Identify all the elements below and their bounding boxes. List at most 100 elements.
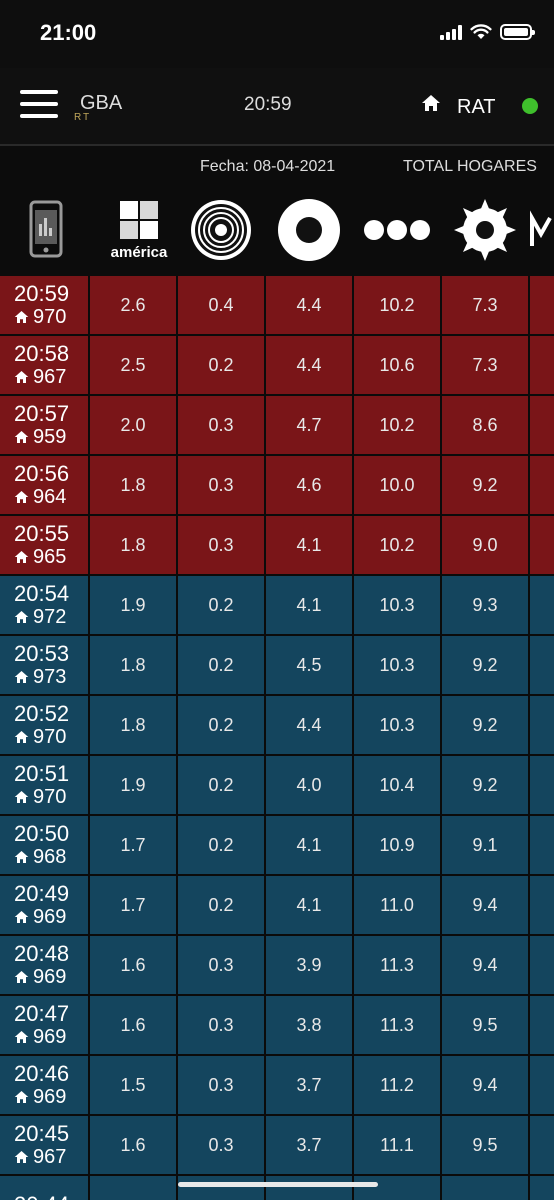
row-time-cell: 20:48 969 <box>0 936 90 996</box>
rating-type-label[interactable]: RAT <box>457 96 496 119</box>
home-indicator[interactable] <box>178 1182 378 1187</box>
home-icon <box>14 730 29 744</box>
row-time: 20:58 <box>14 341 70 366</box>
table-row[interactable]: 20:56 964 1.8 0.3 4.6 10.0 9.2 <box>0 456 554 516</box>
row-time-cell: 20:46 969 <box>0 1056 90 1116</box>
channel-6-logo-partial[interactable] <box>528 194 554 266</box>
rating-cell-channel-5: 9.5 <box>442 1116 530 1176</box>
home-icon <box>14 490 29 504</box>
rating-cell-channel-4: 11.3 <box>354 936 442 996</box>
rating-cell-channel-3: 4.5 <box>266 636 354 696</box>
row-time: 20:50 <box>14 821 70 846</box>
row-time: 20:57 <box>14 401 70 426</box>
rating-cell-channel-3: 3.7 <box>266 1116 354 1176</box>
rating-cell-channel-4: 10.6 <box>354 336 442 396</box>
rating-cell-channel-4: 10.4 <box>354 756 442 816</box>
home-icon <box>14 430 29 444</box>
table-row[interactable]: 20:52 970 1.8 0.2 4.4 10.3 9.2 <box>0 696 554 756</box>
rating-cell-channel-5: 9.0 <box>442 516 530 576</box>
battery-icon <box>500 24 535 40</box>
row-homes: 964 <box>14 486 66 508</box>
table-row[interactable]: 20:47 969 1.6 0.3 3.8 11.3 9.5 <box>0 996 554 1056</box>
rating-cell-channel-1: 1.8 <box>90 696 178 756</box>
row-time: 20:44 <box>14 1193 69 1200</box>
table-row[interactable]: 20:53 973 1.8 0.2 4.5 10.3 9.2 <box>0 636 554 696</box>
table-row[interactable]: 20:48 969 1.6 0.3 3.9 11.3 9.4 <box>0 936 554 996</box>
table-row[interactable]: 20:45 967 1.6 0.3 3.7 11.1 9.5 <box>0 1116 554 1176</box>
rating-cell-channel-2: 0.3 <box>178 936 266 996</box>
row-homes: 967 <box>14 1146 66 1168</box>
table-row[interactable]: 20:59 970 2.6 0.4 4.4 10.2 7.3 <box>0 276 554 336</box>
table-row[interactable]: 20:55 965 1.8 0.3 4.1 10.2 9.0 <box>0 516 554 576</box>
rating-cell-channel-2: 0.2 <box>178 696 266 756</box>
rating-cell-channel-4: 10.2 <box>354 516 442 576</box>
channel-header-row: américa <box>0 186 554 276</box>
row-homes: 972 <box>14 606 66 628</box>
devices-icon[interactable] <box>12 194 82 266</box>
rating-cell-channel-1: 1.6 <box>90 936 178 996</box>
row-time-cell: 20:56 964 <box>0 456 90 516</box>
channel-america-logo[interactable]: américa <box>104 194 174 266</box>
menu-button[interactable] <box>20 90 58 118</box>
rating-cell-channel-4: 10.2 <box>354 396 442 456</box>
rating-cell-partial <box>530 1176 554 1200</box>
rating-cell-channel-3 <box>266 1176 354 1200</box>
header-time: 20:59 <box>244 94 292 115</box>
home-icon <box>14 910 29 924</box>
rating-cell-channel-4 <box>354 1176 442 1200</box>
row-homes: 967 <box>14 366 66 388</box>
rating-cell-partial <box>530 696 554 756</box>
live-indicator <box>522 98 538 114</box>
row-homes: 973 <box>14 666 66 688</box>
rating-cell-partial <box>530 576 554 636</box>
row-homes-value: 964 <box>33 486 67 508</box>
rating-cell-channel-5: 9.5 <box>442 996 530 1056</box>
channel-3-logo[interactable] <box>274 194 344 266</box>
rating-cell-channel-5: 7.3 <box>442 336 530 396</box>
status-icons <box>440 24 535 40</box>
channel-4-logo[interactable] <box>362 194 432 266</box>
table-row[interactable]: 20:49 969 1.7 0.2 4.1 11.0 9.4 <box>0 876 554 936</box>
rating-cell-channel-5 <box>442 1176 530 1200</box>
row-homes-value: 973 <box>33 666 67 688</box>
rating-cell-channel-1: 1.9 <box>90 576 178 636</box>
rating-cell-channel-4: 10.2 <box>354 276 442 336</box>
row-homes: 968 <box>14 846 66 868</box>
rating-cell-channel-1: 1.5 <box>90 1056 178 1116</box>
rating-cell-channel-3: 4.1 <box>266 516 354 576</box>
row-time: 20:49 <box>14 881 70 906</box>
table-row[interactable]: 20:51 970 1.9 0.2 4.0 10.4 9.2 <box>0 756 554 816</box>
table-row[interactable]: 20:46 969 1.5 0.3 3.7 11.2 9.4 <box>0 1056 554 1116</box>
row-homes-value: 968 <box>33 846 67 868</box>
rating-cell-partial <box>530 396 554 456</box>
rating-cell-channel-5: 9.4 <box>442 936 530 996</box>
table-row[interactable]: 20:54 972 1.9 0.2 4.1 10.3 9.3 <box>0 576 554 636</box>
rating-cell-channel-2: 0.3 <box>178 1056 266 1116</box>
rating-cell-channel-5: 9.2 <box>442 696 530 756</box>
rating-cell-channel-3: 4.4 <box>266 276 354 336</box>
rating-cell-channel-1: 1.9 <box>90 756 178 816</box>
home-icon <box>14 970 29 984</box>
rating-cell-channel-5: 9.4 <box>442 1056 530 1116</box>
home-icon <box>14 790 29 804</box>
total-homes-label[interactable]: TOTAL HOGARES <box>403 158 537 176</box>
rating-cell-channel-3: 4.4 <box>266 696 354 756</box>
table-row[interactable]: 20:44 <box>0 1176 554 1200</box>
table-row[interactable]: 20:57 959 2.0 0.3 4.7 10.2 8.6 <box>0 396 554 456</box>
rating-cell-channel-2: 0.3 <box>178 516 266 576</box>
rating-cell-channel-1 <box>90 1176 178 1200</box>
home-icon <box>14 550 29 564</box>
rating-cell-channel-4: 10.3 <box>354 636 442 696</box>
table-row[interactable]: 20:58 967 2.5 0.2 4.4 10.6 7.3 <box>0 336 554 396</box>
rating-cell-channel-5: 9.1 <box>442 816 530 876</box>
table-row[interactable]: 20:50 968 1.7 0.2 4.1 10.9 9.1 <box>0 816 554 876</box>
row-time: 20:46 <box>14 1061 70 1086</box>
channel-2-logo[interactable] <box>186 194 256 266</box>
row-homes-value: 970 <box>33 786 67 808</box>
channel-5-logo[interactable] <box>450 194 520 266</box>
status-time: 21:00 <box>40 20 97 45</box>
rating-cell-channel-2: 0.3 <box>178 996 266 1056</box>
row-homes: 970 <box>14 726 66 748</box>
row-time-cell: 20:45 967 <box>0 1116 90 1176</box>
rating-cell-channel-1: 1.8 <box>90 456 178 516</box>
